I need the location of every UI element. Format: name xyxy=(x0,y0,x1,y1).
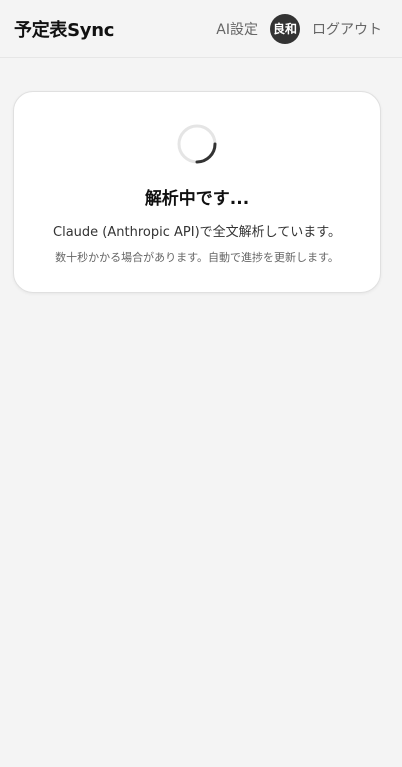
app-title: 予定表Sync xyxy=(14,19,115,41)
status-title: 解析中です... xyxy=(144,189,250,209)
ai-settings-link[interactable]: AI設定 xyxy=(216,19,258,39)
status-description: Claude (Anthropic API)で全文解析しています。 xyxy=(53,225,341,240)
logout-link[interactable]: ログアウト xyxy=(312,19,382,39)
top-bar: 予定表Sync AI設定 良和 ログアウト xyxy=(0,0,402,58)
spinner-arc xyxy=(195,142,217,164)
analysis-status-card: 解析中です... Claude (Anthropic API)で全文解析していま… xyxy=(13,91,381,293)
app-root: 予定表Sync AI設定 良和 ログアウト 解析中です... Claude (A… xyxy=(0,0,402,767)
status-note: 数十秒かかる場合があります。自動で進捗を更新します。 xyxy=(55,251,339,264)
header-actions: AI設定 良和 ログアウト xyxy=(216,13,382,44)
avatar[interactable]: 良和 xyxy=(270,13,300,44)
spinner-graphic xyxy=(177,124,217,164)
loading-spinner-icon xyxy=(177,124,217,164)
